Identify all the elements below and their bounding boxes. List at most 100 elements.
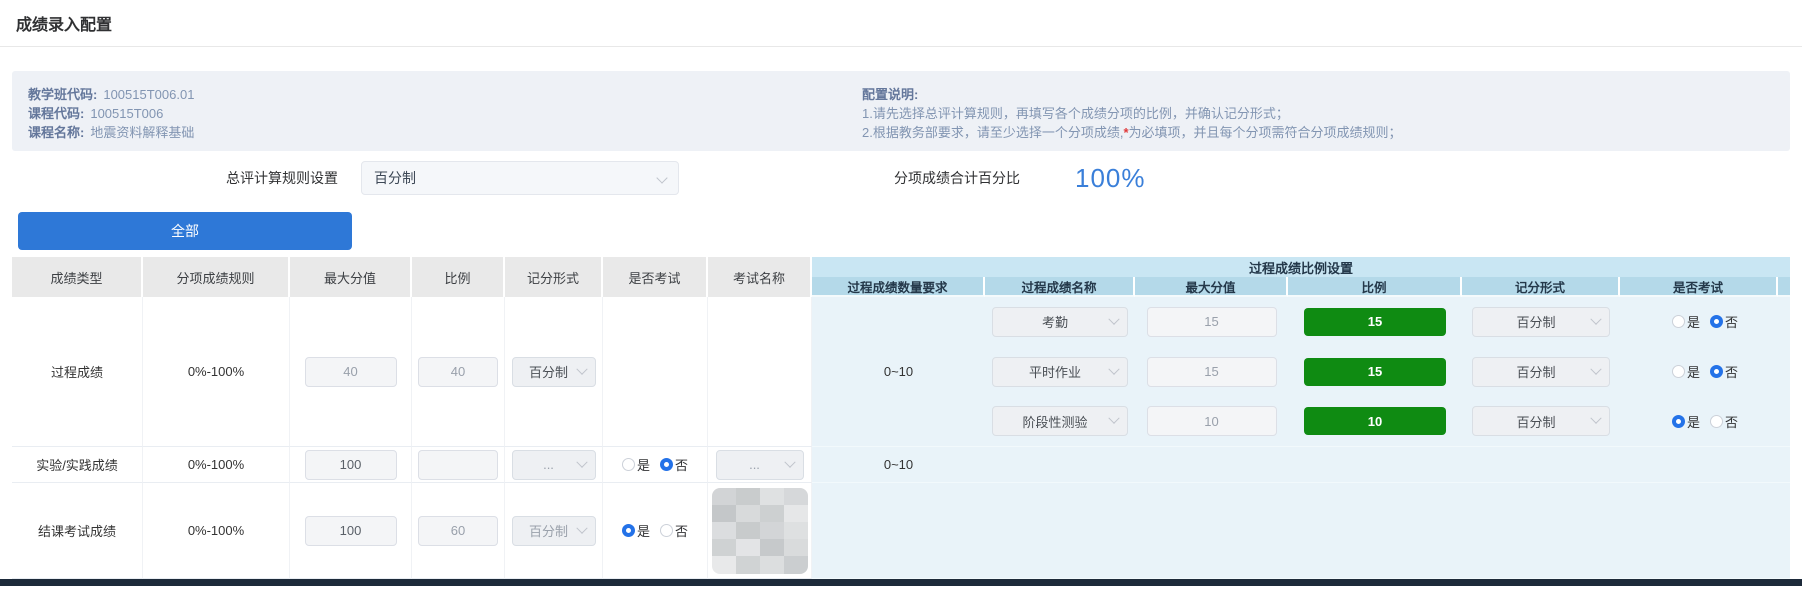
- config-notes-block: 配置说明: 1.请先选择总评计算规则，再填写各个成绩分项的比例，并确认记分形式；…: [862, 85, 1774, 151]
- radio-yes-label: 是: [1687, 312, 1700, 331]
- all-button[interactable]: 全部: [18, 212, 352, 250]
- exam-no-radio[interactable]: 否: [1710, 362, 1738, 381]
- process-name-select[interactable]: 平时作业: [992, 357, 1128, 387]
- course-name-value: 地震资料解释基础: [90, 125, 194, 140]
- page-title: 成绩录入配置: [16, 11, 112, 35]
- process-quantity-cell: 0~10: [812, 297, 985, 447]
- ratio-input[interactable]: [418, 450, 498, 480]
- radio-no-label: 否: [1725, 312, 1738, 331]
- process-scoring-form-select[interactable]: 百分制: [1472, 357, 1610, 387]
- max-score-input[interactable]: 100: [305, 450, 397, 480]
- max-score-input[interactable]: 100: [305, 516, 397, 546]
- process-sub-row: 平时作业 15 15 百分制 是 否: [985, 347, 1790, 397]
- process-scoring-form-select[interactable]: 百分制: [1472, 406, 1610, 436]
- process-name-select[interactable]: 考勤: [992, 307, 1128, 337]
- exam-radio-group: 是 否: [622, 521, 688, 540]
- chevron-down-icon: [1590, 363, 1601, 374]
- scoring-form-cell: 百分制: [505, 483, 603, 579]
- redacted-exam-name-image: [712, 488, 808, 574]
- is-exam-cell: [603, 297, 708, 447]
- exam-yes-radio[interactable]: 是: [1672, 412, 1700, 431]
- exam-no-radio[interactable]: 否: [660, 455, 688, 474]
- radio-circle-icon: [660, 458, 673, 471]
- exam-name-value: ...: [727, 457, 783, 472]
- chevron-down-icon: [1108, 313, 1119, 324]
- process-sub-items: 考勤 15 15 百分制 是 否 平时作业 15: [985, 297, 1790, 447]
- process-max-score-input[interactable]: 15: [1147, 307, 1277, 337]
- exam-no-radio[interactable]: 否: [1710, 312, 1738, 331]
- grade-type-cell: 结课考试成绩: [12, 483, 143, 579]
- process-ratio-input[interactable]: 15: [1304, 358, 1446, 386]
- overall-rule-select[interactable]: 百分制: [361, 161, 679, 195]
- chevron-down-icon: [1590, 413, 1601, 424]
- radio-circle-icon: [1672, 365, 1685, 378]
- exam-yes-radio[interactable]: 是: [1672, 362, 1700, 381]
- chevron-down-icon: [784, 456, 795, 467]
- exam-yes-radio[interactable]: 是: [1672, 312, 1700, 331]
- grade-type-cell: 过程成绩: [12, 297, 143, 447]
- radio-circle-icon: [660, 524, 673, 537]
- process-exam-radio-group: 是 否: [1672, 362, 1738, 381]
- ratio-input[interactable]: 60: [418, 516, 498, 546]
- max-score-input[interactable]: 40: [305, 357, 397, 387]
- max-score-cell: 100: [290, 447, 412, 483]
- overall-rule-selected-value: 百分制: [374, 168, 658, 188]
- radio-yes-label: 是: [1687, 412, 1700, 431]
- ratio-total-label: 分项成绩合计百分比: [894, 168, 1020, 188]
- config-note-2-text: 2.根据教务部要求，请至少选择一个分项成绩,: [862, 125, 1123, 140]
- max-score-cell: 40: [290, 297, 412, 447]
- exam-name-cell: ...: [708, 447, 812, 483]
- process-ratio-input[interactable]: 10: [1304, 407, 1446, 435]
- col-header-process-is-exam: 是否考试: [1620, 277, 1778, 297]
- exam-no-radio[interactable]: 否: [660, 521, 688, 540]
- scoring-form-cell: 百分制: [505, 297, 603, 447]
- process-exam-radio-group: 是 否: [1672, 312, 1738, 331]
- exam-name-cell: [708, 483, 812, 579]
- process-max-score-input[interactable]: 10: [1147, 406, 1277, 436]
- scoring-form-value: 百分制: [523, 362, 575, 381]
- col-header-ratio: 比例: [412, 257, 505, 297]
- grade-entry-config-page: 成绩录入配置 教学班代码: 100515T006.01 课程代码:100515T0…: [0, 0, 1802, 603]
- scoring-form-value: ...: [523, 457, 575, 472]
- chevron-down-icon: [1108, 363, 1119, 374]
- process-scoring-form-value: 百分制: [1483, 362, 1589, 381]
- col-header-process-max-score: 最大分值: [1135, 277, 1288, 297]
- exam-name-select[interactable]: ...: [716, 450, 804, 480]
- ratio-input[interactable]: 40: [418, 357, 498, 387]
- radio-circle-icon: [1672, 415, 1685, 428]
- process-exam-radio-group: 是 否: [1672, 412, 1738, 431]
- radio-no-label: 否: [675, 521, 688, 540]
- chevron-down-icon: [576, 522, 587, 533]
- scoring-form-select[interactable]: ...: [512, 450, 596, 480]
- exam-yes-radio[interactable]: 是: [622, 521, 650, 540]
- course-code-value: 100515T006: [90, 106, 163, 121]
- col-header-process-ratio: 比例: [1288, 277, 1462, 297]
- exam-yes-radio[interactable]: 是: [622, 455, 650, 474]
- exam-no-radio[interactable]: 否: [1710, 412, 1738, 431]
- course-code-line: 课程代码:100515T006: [28, 104, 862, 123]
- is-exam-cell: 是 否: [603, 447, 708, 483]
- col-header-sub-rule: 分项成绩规则: [143, 257, 290, 297]
- process-max-score-input[interactable]: 15: [1147, 357, 1277, 387]
- course-name-line: 课程名称:地震资料解释基础: [28, 123, 862, 142]
- scoring-form-select[interactable]: 百分制: [512, 516, 596, 546]
- ratio-cell: 40: [412, 297, 505, 447]
- process-name-select[interactable]: 阶段性测验: [992, 406, 1128, 436]
- class-code-label: 教学班代码:: [28, 87, 97, 102]
- sub-rule-cell: 0%-100%: [143, 483, 290, 579]
- ratio-cell: 60: [412, 483, 505, 579]
- radio-circle-icon: [1710, 415, 1723, 428]
- class-code-value: 100515T006.01: [103, 87, 194, 102]
- scoring-form-select[interactable]: 百分制: [512, 357, 596, 387]
- process-ratio-input[interactable]: 15: [1304, 308, 1446, 336]
- radio-yes-label: 是: [1687, 362, 1700, 381]
- ratio-cell: [412, 447, 505, 483]
- process-quantity-cell: 0~10: [812, 447, 985, 483]
- grade-type-cell: 实验/实践成绩: [12, 447, 143, 483]
- process-scoring-form-select[interactable]: 百分制: [1472, 307, 1610, 337]
- process-sub-row: 考勤 15 15 百分制 是 否: [985, 297, 1790, 347]
- process-ratio-group-header: 过程成绩比例设置: [812, 257, 1790, 277]
- ratio-total-value: 100%: [1075, 163, 1146, 194]
- process-empty-area: [812, 483, 1790, 579]
- rule-controls-row: 总评计算规则设置 百分制 分项成绩合计百分比 100%: [0, 160, 1802, 196]
